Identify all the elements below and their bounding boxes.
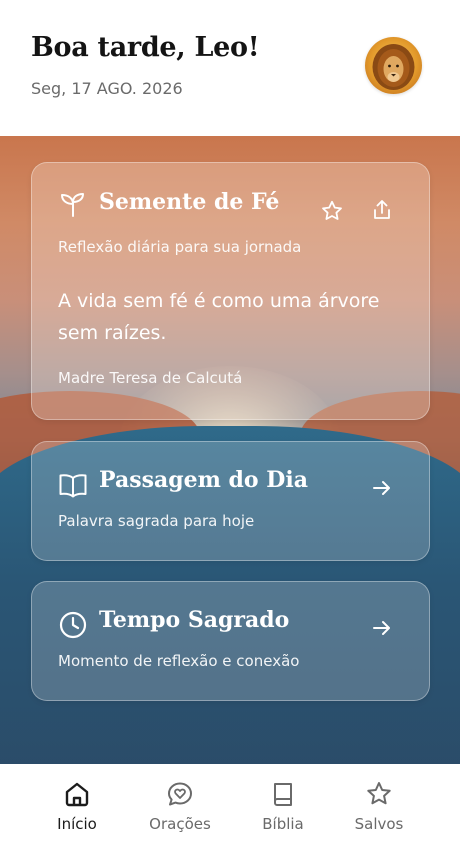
nav-item-bible[interactable]: Bíblia xyxy=(233,764,333,850)
star-icon[interactable] xyxy=(320,199,344,223)
nav-label-saved: Salvos xyxy=(354,815,404,833)
seed-card-subtitle: Reflexão diária para sua jornada xyxy=(58,238,302,256)
passage-of-day-card[interactable]: Passagem do Dia Palavra sagrada para hoj… xyxy=(31,441,430,561)
seed-of-faith-card[interactable]: Semente de Fé Reflexão diária para sua j… xyxy=(31,162,430,420)
nav-label-prayers: Orações xyxy=(149,815,211,833)
date-label: Seg, 17 AGO. 2026 xyxy=(31,79,183,98)
lion-avatar-icon xyxy=(372,44,415,90)
star-icon xyxy=(367,782,391,805)
sacred-time-card-title: Tempo Sagrado xyxy=(99,607,290,633)
book-icon xyxy=(274,783,292,806)
passage-card-subtitle: Palavra sagrada para hoje xyxy=(58,512,255,530)
sprout-icon xyxy=(61,193,84,217)
book-open-icon xyxy=(59,474,87,498)
sacred-time-card[interactable]: Tempo Sagrado Momento de reflexão e cone… xyxy=(31,581,430,701)
avatar[interactable] xyxy=(365,37,422,94)
arrow-right-icon[interactable] xyxy=(370,616,394,640)
sacred-time-card-subtitle: Momento de reflexão e conexão xyxy=(58,652,300,670)
nav-item-home[interactable]: Início xyxy=(27,764,127,850)
daily-quote: A vida sem fé é como uma árvore sem raíz… xyxy=(58,290,380,344)
header: Boa tarde, Leo! Seg, 17 AGO. 2026 xyxy=(0,0,460,136)
prayer-chat-icon xyxy=(168,782,192,806)
nav-label-bible: Bíblia xyxy=(262,815,304,833)
nav-item-saved[interactable]: Salvos xyxy=(329,764,429,850)
home-icon xyxy=(65,782,89,807)
seed-card-title: Semente de Fé xyxy=(99,189,280,215)
arrow-right-icon[interactable] xyxy=(370,476,394,500)
passage-card-title: Passagem do Dia xyxy=(99,467,308,493)
greeting-title: Boa tarde, Leo! xyxy=(31,32,260,63)
nav-label-home: Início xyxy=(57,815,97,833)
clock-icon xyxy=(59,611,87,639)
share-icon[interactable] xyxy=(370,198,394,222)
bottom-navigation: Início Orações Bíblia Salvos xyxy=(0,764,460,850)
nav-item-prayers[interactable]: Orações xyxy=(130,764,230,850)
quote-author: Madre Teresa de Calcutá xyxy=(58,369,243,387)
